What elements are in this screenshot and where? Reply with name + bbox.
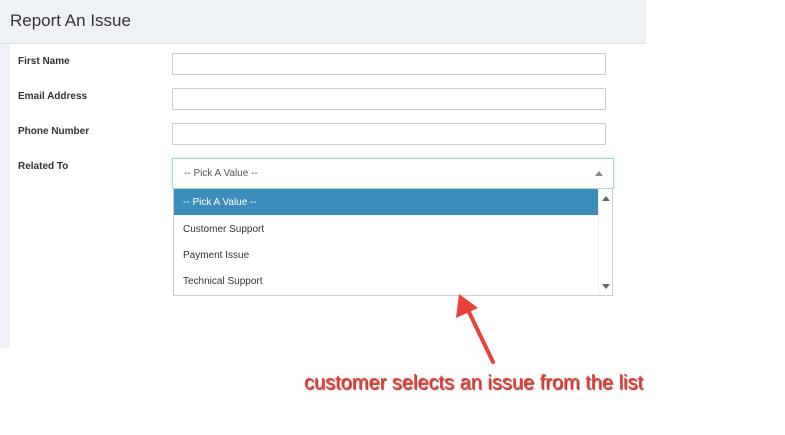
annotation-arrow-head xyxy=(456,294,478,318)
annotation-caption: customer selects an issue from the list xyxy=(304,372,644,394)
annotation-arrow-shaft xyxy=(466,308,495,364)
annotation-arrow xyxy=(456,294,495,364)
